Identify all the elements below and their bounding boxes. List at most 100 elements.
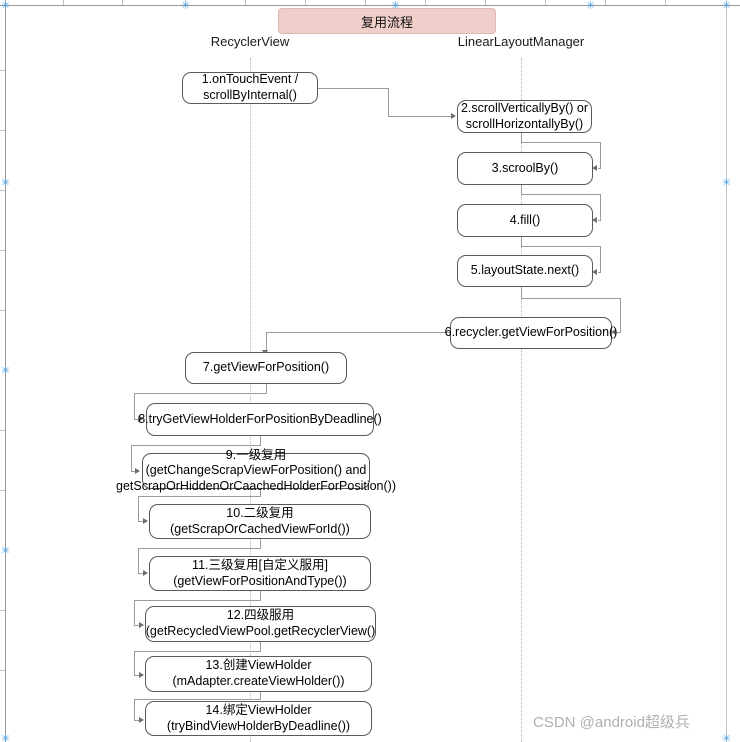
node-label-line1: 10.二级复用 [226, 505, 294, 520]
diagram-canvas: ✳ ✳ ✳ ✳ ✳ ✳ ✳ ✳ ✳ ✳ ✳ 复用流程 RecyclerView … [0, 0, 740, 742]
ruler-tick-h [365, 0, 366, 5]
page-marker-icon: ✳ [722, 176, 732, 189]
node-label-line3: getScrapOrHiddenOrCaachedHolderForPositi… [116, 478, 396, 493]
arrowhead-13-14 [139, 717, 144, 723]
ruler-tick-v [0, 670, 5, 671]
page-border-right [726, 0, 727, 742]
connector-4-5 [521, 237, 522, 246]
ruler-tick-h [305, 0, 306, 5]
connector-5-6 [521, 298, 621, 299]
node-label-line1: 5.layoutState.next() [470, 263, 580, 278]
ruler-tick-v [0, 310, 5, 311]
node-label-line1: 12.四级服用 [226, 608, 295, 623]
arrowhead-8-9 [135, 468, 140, 474]
node-label-line2: scrollByInternal() [203, 88, 297, 102]
connector-9-10 [138, 496, 261, 497]
node-5-layoutstate-next[interactable]: 5.layoutState.next() [457, 255, 593, 287]
connector-11-12 [134, 600, 135, 626]
arrowhead-1-2 [451, 113, 456, 119]
node-2-scrollverticallyby[interactable]: 2.scrollVerticallyBy() or scrollHorizont… [457, 100, 592, 133]
connector-11-12 [260, 591, 261, 600]
page-marker-icon: ✳ [1, 364, 11, 377]
node-label-line1: 8.tryGetViewHolderForPositionByDeadline(… [138, 411, 382, 426]
connector-8-9 [131, 445, 261, 446]
connector-8-9 [131, 445, 132, 472]
connector-2-3 [521, 142, 601, 143]
ruler-tick-h [605, 0, 606, 5]
page-marker-icon: ✳ [722, 732, 732, 742]
page-marker-icon: ✳ [586, 0, 596, 12]
connector-7-8 [134, 393, 135, 419]
diagram-title-banner: 复用流程 [278, 8, 496, 34]
ruler-tick-h [545, 0, 546, 5]
node-10-second-level-reuse[interactable]: 10.二级复用 (getScrapOrCachedViewForId()) [149, 504, 371, 539]
node-label-line1: 6.recycler.getViewForPosition() [444, 325, 618, 340]
connector-3-4 [600, 194, 601, 221]
ruler-tick-v [0, 430, 5, 431]
connector-1-2 [388, 88, 389, 117]
ruler-tick-v [0, 130, 5, 131]
connector-1-2 [318, 88, 388, 89]
ruler-tick-v [0, 250, 5, 251]
connector-12-13 [260, 642, 261, 651]
page-marker-icon: ✳ [1, 732, 11, 742]
node-12-fourth-level-reuse[interactable]: 12.四级服用 (getRecycledViewPool.getRecycler… [145, 606, 376, 642]
page-marker-icon: ✳ [181, 0, 191, 12]
arrowhead-9-10 [143, 518, 148, 524]
node-1-ontouchevent[interactable]: 1.onTouchEvent / scrollByInternal() [182, 72, 318, 104]
arrowhead-10-11 [143, 570, 148, 576]
connector-7-8 [134, 393, 267, 394]
lifeline-label-recyclerview: RecyclerView [210, 34, 290, 49]
node-label-line1: 9.一级复用 [225, 447, 287, 462]
node-11-third-level-reuse[interactable]: 11.三级复用[自定义服用] (getViewForPositionAndTyp… [149, 556, 371, 591]
connector-2-3 [600, 142, 601, 169]
connector-2-3 [598, 168, 601, 169]
node-4-fill[interactable]: 4.fill() [457, 204, 593, 237]
node-8-trygetviewholderforpositionbydeadline[interactable]: 8.tryGetViewHolderForPositionByDeadline(… [138, 403, 382, 436]
node-3-scroolby[interactable]: 3.scroolBy() [457, 152, 593, 185]
node-label-line1: 4.fill() [509, 212, 541, 227]
connector-5-6 [617, 332, 621, 333]
ruler-tick-v [0, 490, 5, 491]
page-marker-icon: ✳ [1, 544, 11, 557]
page-marker-icon: ✳ [1, 176, 11, 189]
connector-13-14 [134, 699, 261, 700]
arrowhead-11-12 [139, 622, 144, 628]
node-label-line2: scrollHorizontallyBy() [465, 116, 584, 131]
node-label-line2: (tryBindViewHolderByDeadline()) [166, 718, 351, 733]
lifeline-label-linearlayoutmanager: LinearLayoutManager [457, 34, 585, 49]
node-7-getviewforposition[interactable]: 7.getViewForPosition() [185, 352, 347, 384]
ruler-tick-h [122, 0, 123, 5]
node-label-line1: 11.三级复用[自定义服用] [192, 557, 328, 572]
node-13-create-viewholder[interactable]: 13.创建ViewHolder (mAdapter.createViewHold… [145, 656, 372, 692]
connector-10-11 [138, 548, 261, 549]
connector-12-13 [134, 651, 261, 652]
node-label-line2: (mAdapter.createViewHolder()) [172, 674, 345, 688]
arrowhead-12-13 [139, 672, 144, 678]
node-label-line2: (getRecycledViewPool.getRecyclerView() [145, 624, 376, 638]
connector-8-9 [260, 436, 261, 445]
ruler-tick-h [485, 0, 486, 5]
node-label-line1: 1.onTouchEvent / [201, 72, 299, 87]
connector-1-2 [388, 116, 452, 117]
node-label-line1: 13.创建ViewHolder [205, 658, 312, 673]
connector-4-5 [521, 246, 601, 247]
node-6-recycler-getviewforposition[interactable]: 6.recycler.getViewForPosition() [445, 317, 617, 349]
connector-3-4 [521, 185, 522, 194]
page-marker-icon: ✳ [1, 0, 11, 12]
ruler-tick-h [665, 0, 666, 5]
ruler-tick-h [425, 0, 426, 5]
node-14-bind-viewholder[interactable]: 14.绑定ViewHolder (tryBindViewHolderByDead… [145, 701, 372, 736]
csdn-watermark: CSDN @android超级兵 [533, 714, 690, 731]
ruler-tick-h [245, 0, 246, 5]
page-marker-icon: ✳ [722, 0, 732, 12]
connector-2-3 [521, 133, 522, 142]
ruler-tick-v [0, 70, 5, 71]
diagram-title-text: 复用流程 [360, 14, 413, 30]
ruler-tick-h [63, 0, 64, 5]
node-label-line1: 7.getViewForPosition() [202, 360, 330, 375]
connector-4-5 [598, 272, 601, 273]
node-9-first-level-reuse[interactable]: 9.一级复用 (getChangeScrapViewForPosition() … [116, 448, 396, 493]
ruler-tick-v [0, 190, 5, 191]
node-label-line1: 2.scrollVerticallyBy() or [460, 100, 589, 115]
